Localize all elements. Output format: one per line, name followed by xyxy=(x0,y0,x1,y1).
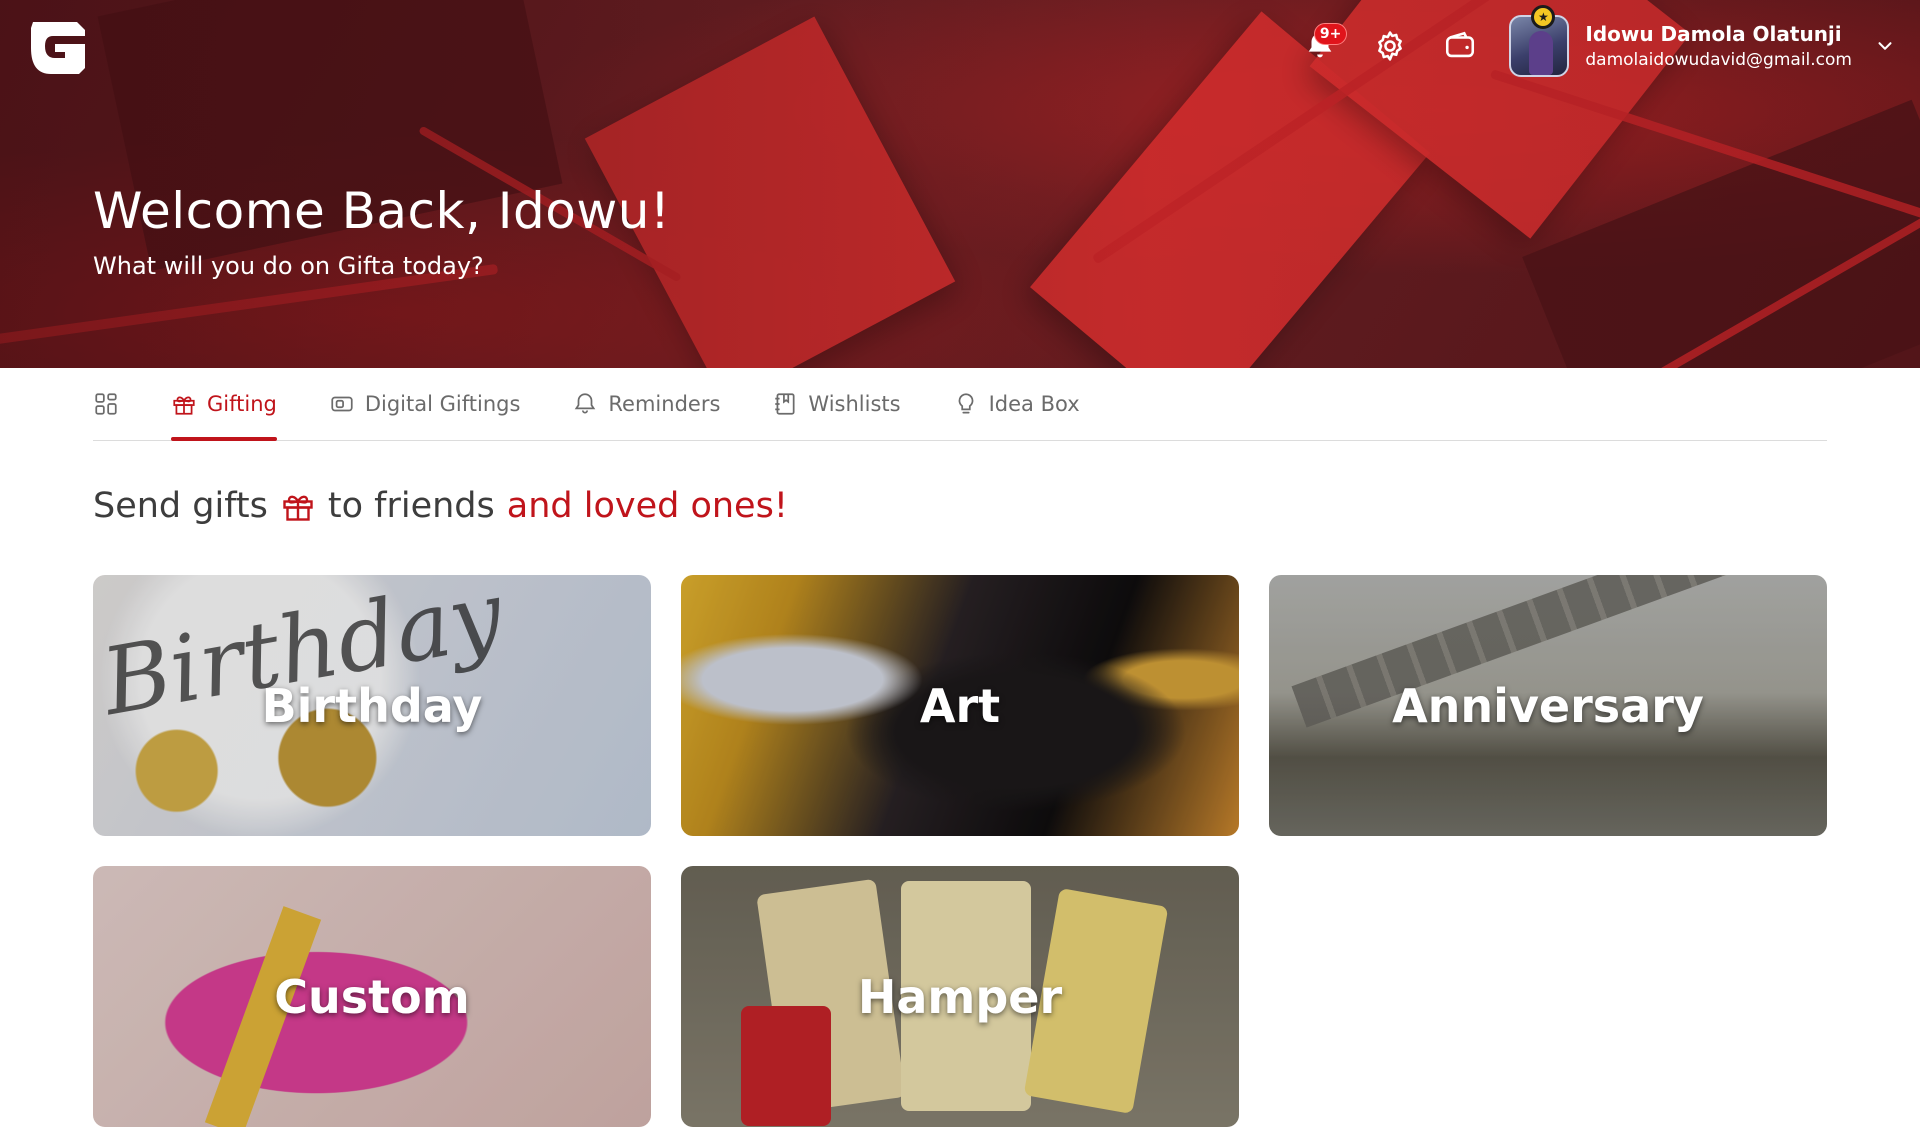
welcome-block: Welcome Back, Idowu! What will you do on… xyxy=(93,182,670,280)
user-menu[interactable]: ★ Idowu Damola Olatunji damolaidowudavid… xyxy=(1509,5,1896,77)
category-grid: Birthday Birthday Art Anniversary Custom… xyxy=(93,575,1827,1127)
chevron-down-icon[interactable] xyxy=(1874,35,1896,57)
hero-banner: 9+ ★ Idowu Damola Olatunji damolaidowuda… xyxy=(0,0,1920,368)
section-heading: Send gifts to friends and loved ones! xyxy=(93,486,788,526)
welcome-title: Welcome Back, Idowu! xyxy=(93,182,671,240)
wallet-icon xyxy=(1446,31,1475,58)
grid-icon xyxy=(95,393,117,415)
top-bar: 9+ ★ Idowu Damola Olatunji damolaidowuda… xyxy=(1299,5,1896,78)
category-label: Hamper xyxy=(857,969,1063,1024)
heading-part1: Send gifts xyxy=(93,486,268,526)
tab-digital-giftings[interactable]: Digital Giftings xyxy=(329,368,521,441)
tab-reminders[interactable]: Reminders xyxy=(572,368,720,441)
tab-digital-giftings-label: Digital Giftings xyxy=(364,392,521,416)
gear-icon xyxy=(1378,31,1403,61)
heading-part2: to friends xyxy=(327,486,495,526)
tab-dashboard[interactable] xyxy=(93,368,119,441)
heading-accent: and loved ones! xyxy=(506,486,788,526)
tab-idea-box[interactable]: Idea Box xyxy=(953,368,1080,441)
category-card-anniversary[interactable]: Anniversary xyxy=(1269,575,1827,836)
category-label: Anniversary xyxy=(1392,678,1704,733)
lightbulb-icon xyxy=(958,393,973,414)
notebook-icon xyxy=(775,393,795,415)
category-card-art[interactable]: Art xyxy=(681,575,1239,836)
category-label: Art xyxy=(919,678,1001,733)
gift-icon xyxy=(173,396,195,415)
category-label: Custom xyxy=(274,969,470,1024)
category-card-birthday[interactable]: Birthday Birthday xyxy=(93,575,651,836)
bell-icon xyxy=(575,393,596,414)
tab-wishlists-label: Wishlists xyxy=(808,392,901,416)
logo-icon xyxy=(31,22,85,74)
welcome-subtitle: What will you do on Gifta today? xyxy=(93,252,484,280)
tab-idea-box-label: Idea Box xyxy=(988,392,1080,416)
settings-button[interactable] xyxy=(1369,25,1411,67)
notifications-badge: 9+ xyxy=(1313,23,1348,45)
category-card-hamper[interactable]: Hamper xyxy=(681,866,1239,1127)
user-name: Idowu Damola Olatunji xyxy=(1585,22,1842,46)
medal-icon: ★ xyxy=(1531,5,1556,29)
tab-bar: Gifting Digital Giftings Reminders Wishl… xyxy=(93,368,1827,441)
category-label: Birthday xyxy=(261,678,483,733)
tab-reminders-label: Reminders xyxy=(608,392,721,416)
gifta-logo[interactable] xyxy=(24,14,96,78)
user-email: damolaidowudavid@gmail.com xyxy=(1585,50,1852,70)
avatar: ★ xyxy=(1509,5,1570,77)
wallet-button[interactable] xyxy=(1439,25,1481,67)
ticket-icon xyxy=(331,396,353,412)
tab-gifting-label: Gifting xyxy=(207,392,277,416)
gift-icon xyxy=(283,495,313,521)
notifications-button[interactable]: 9+ xyxy=(1299,23,1348,67)
category-card-custom[interactable]: Custom xyxy=(93,866,651,1127)
tab-gifting[interactable]: Gifting xyxy=(171,368,277,441)
tab-wishlists[interactable]: Wishlists xyxy=(772,368,901,441)
